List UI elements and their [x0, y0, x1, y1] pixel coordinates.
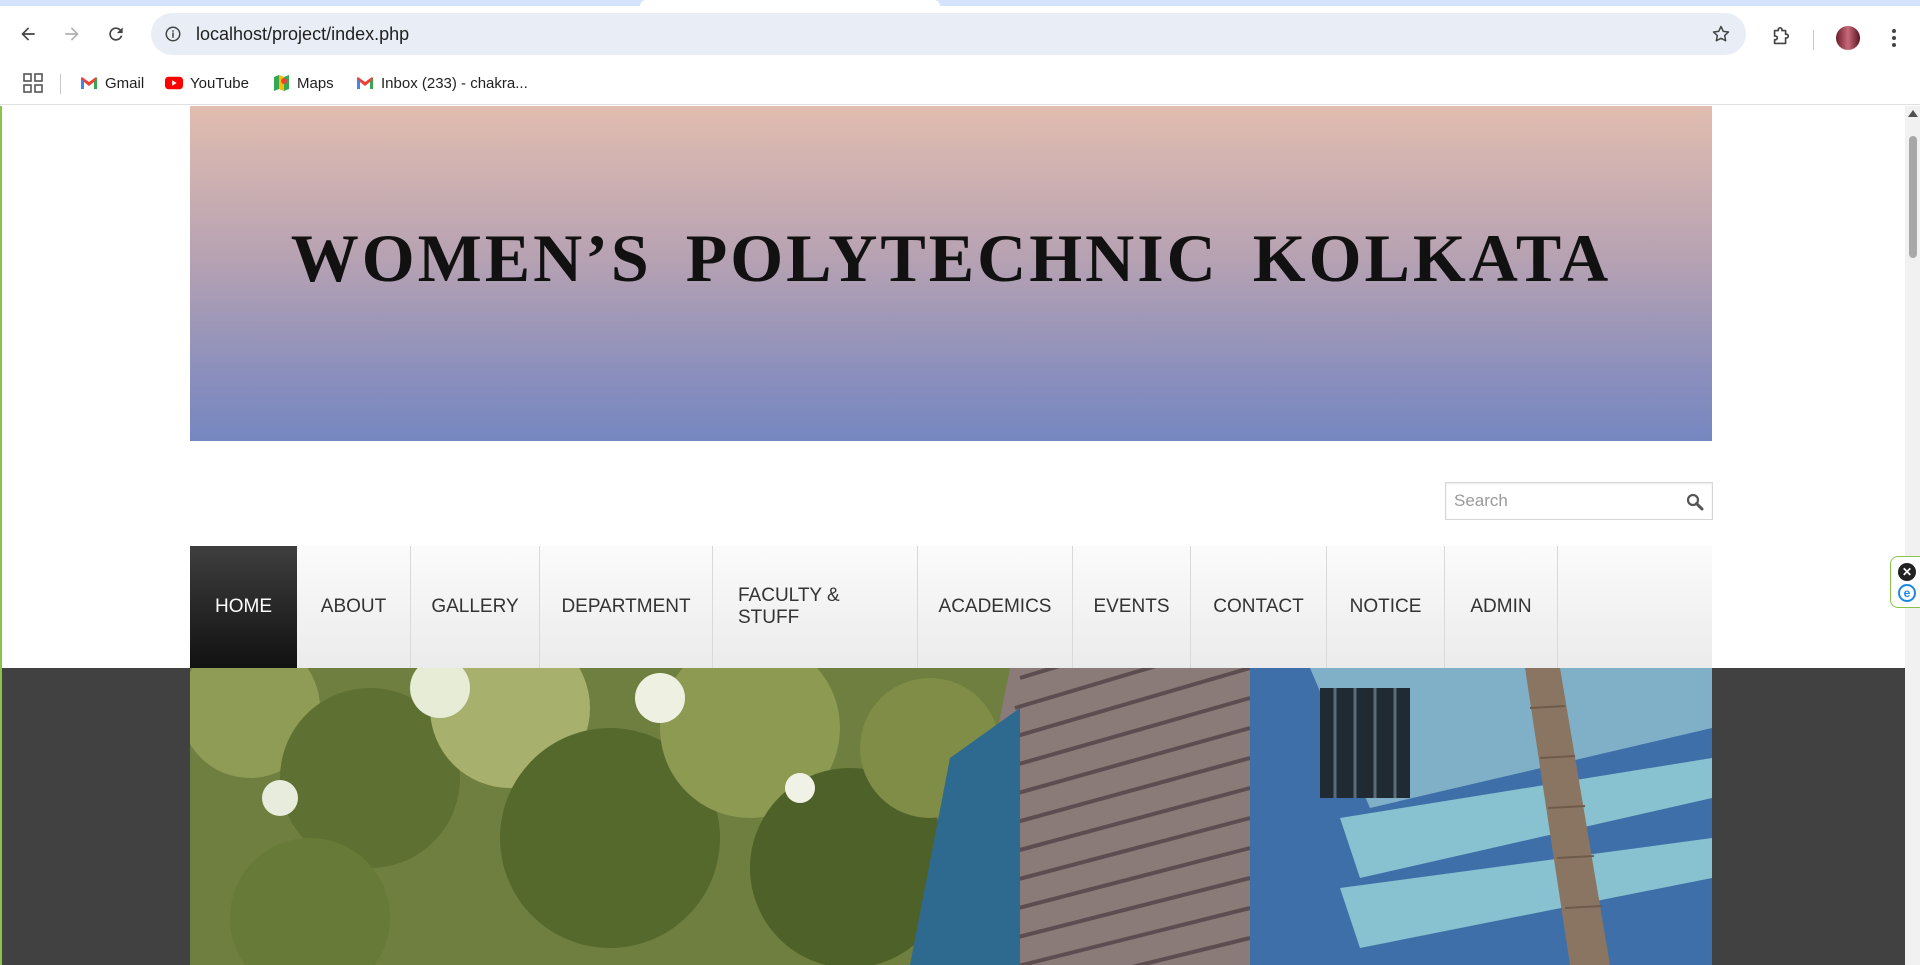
site-search[interactable] — [1445, 482, 1713, 520]
bookmark-inbox[interactable]: Inbox (233) - chakra... — [356, 71, 528, 95]
side-extension-widget: ✕ e — [1890, 556, 1920, 608]
nav-admin[interactable]: ADMIN — [1445, 546, 1558, 668]
bookmark-label: YouTube — [190, 74, 249, 92]
youtube-icon — [165, 74, 183, 92]
gmail-icon — [80, 74, 98, 92]
puzzle-icon — [1773, 27, 1790, 45]
nav-notice[interactable]: NOTICE — [1327, 546, 1445, 668]
maps-icon — [272, 74, 290, 92]
site-info-button[interactable] — [159, 20, 187, 48]
reload-icon — [109, 27, 123, 41]
profile-avatar[interactable] — [1836, 26, 1860, 50]
nav-about[interactable]: ABOUT — [297, 546, 411, 668]
nav-gallery[interactable]: GALLERY — [411, 546, 540, 668]
site-title: WOMEN’S POLYTECHNIC KOLKATA — [290, 220, 1612, 296]
search-input[interactable] — [1446, 483, 1676, 519]
address-bar[interactable]: localhost/project/index.php — [151, 13, 1746, 55]
hero-image — [190, 668, 1712, 965]
url-text[interactable]: localhost/project/index.php — [196, 24, 409, 45]
bookmarks-separator — [60, 74, 61, 94]
reload-button[interactable] — [98, 16, 134, 52]
scroll-up-arrow-icon[interactable] — [1908, 110, 1918, 117]
bookmark-gmail[interactable]: Gmail — [80, 71, 144, 95]
page-scrollbar[interactable] — [1905, 106, 1920, 965]
nav-contact[interactable]: CONTACT — [1191, 546, 1327, 668]
close-circle-icon[interactable]: ✕ — [1898, 563, 1916, 581]
main-navigation: HOME ABOUT GALLERY DEPARTMENT FACULTY & … — [190, 546, 1712, 668]
bookmarks-bar: Gmail YouTube Maps Inbox (233) - chakra.… — [0, 62, 1920, 105]
bookmark-label: Maps — [297, 74, 334, 92]
page-viewport: WOMEN’S POLYTECHNIC KOLKATA HOME ABOUT G… — [0, 106, 1920, 965]
scrollbar-thumb[interactable] — [1909, 136, 1917, 258]
nav-faculty-stuff[interactable]: FACULTY & STUFF — [713, 546, 918, 668]
nav-department[interactable]: DEPARTMENT — [540, 546, 713, 668]
extension-e-icon[interactable]: e — [1898, 584, 1916, 602]
bookmark-youtube[interactable]: YouTube — [165, 71, 249, 95]
bookmark-label: Inbox (233) - chakra... — [381, 74, 528, 92]
site-banner: WOMEN’S POLYTECHNIC KOLKATA — [190, 106, 1712, 441]
browser-menu-button[interactable] — [1880, 24, 1908, 52]
info-icon — [165, 26, 181, 42]
browser-toolbar: localhost/project/index.php — [0, 6, 1920, 62]
nav-home[interactable]: HOME — [190, 546, 297, 668]
arrow-left-icon — [21, 27, 35, 41]
star-icon — [1712, 25, 1730, 42]
extensions-button[interactable] — [1766, 22, 1796, 52]
forward-button[interactable] — [54, 16, 90, 52]
nav-academics[interactable]: ACADEMICS — [918, 546, 1073, 668]
campus-building-photo — [190, 668, 1712, 965]
back-button[interactable] — [10, 16, 46, 52]
arrow-right-icon — [65, 27, 79, 41]
nav-events[interactable]: EVENTS — [1073, 546, 1191, 668]
toolbar-divider — [1813, 30, 1814, 50]
search-icon[interactable] — [1686, 493, 1704, 511]
gmail-icon — [356, 74, 374, 92]
bookmark-star-button[interactable] — [1708, 21, 1734, 47]
kebab-menu-icon — [1892, 29, 1896, 47]
bookmark-label: Gmail — [105, 74, 145, 92]
apps-grid-icon[interactable] — [22, 72, 44, 94]
bookmark-maps[interactable]: Maps — [272, 71, 334, 95]
